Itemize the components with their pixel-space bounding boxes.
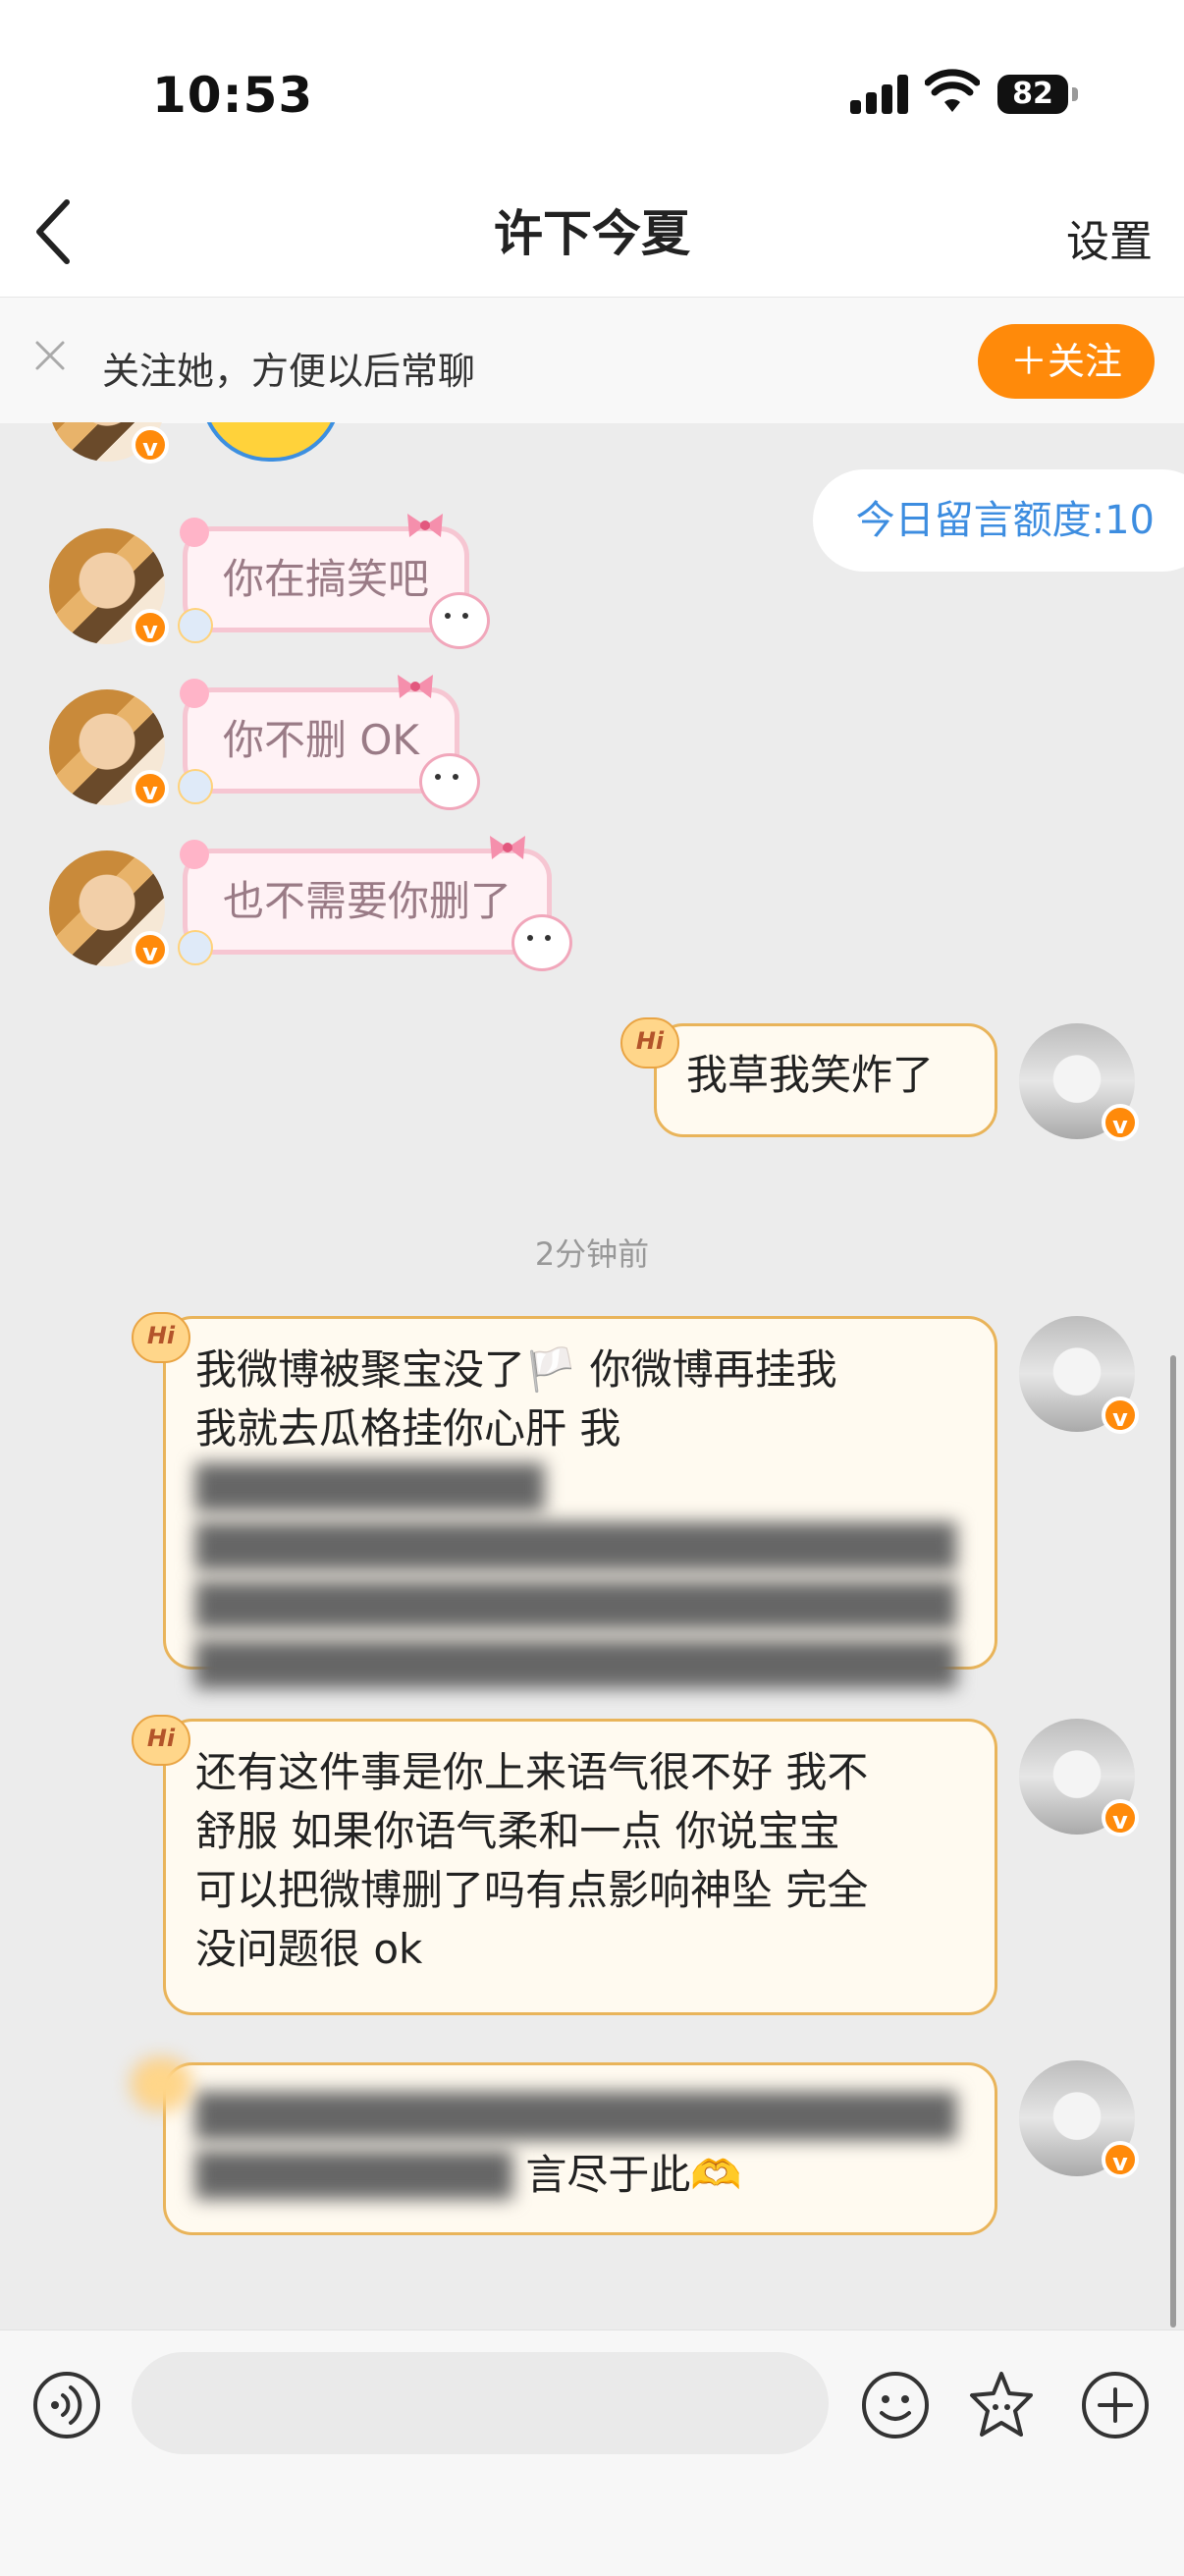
follow-banner: 关注她，方便以后常聊 ＋关注 xyxy=(0,297,1184,423)
received-message: 也不需要你删了 xyxy=(178,836,573,971)
page-title: 许下今夏 xyxy=(494,205,690,262)
emoji-icon[interactable] xyxy=(860,2370,931,2440)
message-input[interactable] xyxy=(132,2352,829,2454)
battery-level: 82 xyxy=(1012,77,1053,111)
sent-message: 我草我笑炸了 xyxy=(654,1023,997,1137)
received-message: 你不删 OK xyxy=(178,675,480,810)
scrollbar[interactable] xyxy=(1170,1355,1176,2328)
wifi-icon xyxy=(925,69,980,112)
sticker-icon[interactable] xyxy=(966,2370,1037,2440)
sent-message: 我微博被聚宝没了🏳️ 你微博再挂我 我就去瓜格挂你心肝 我███████████… xyxy=(163,1316,997,1688)
avatar[interactable]: v xyxy=(1019,2060,1139,2178)
banner-text: 关注她，方便以后常聊 xyxy=(102,350,476,393)
emoji-sticker xyxy=(200,422,342,462)
hi-badge: Hi xyxy=(132,1312,190,1363)
add-icon[interactable] xyxy=(1080,2370,1151,2440)
sent-message: ████████████████████████ ██████████ 言尽于此… xyxy=(163,2062,997,2235)
input-bar xyxy=(0,2329,1184,2576)
status-time: 10:53 xyxy=(152,67,314,124)
close-icon[interactable] xyxy=(31,337,69,374)
voice-icon[interactable] xyxy=(31,2370,102,2440)
message-quota: 今日留言额度:10 xyxy=(812,469,1184,572)
settings-button[interactable]: 设置 xyxy=(1066,206,1153,269)
hi-badge: Hi xyxy=(620,1017,679,1069)
battery-icon: 82 xyxy=(997,75,1078,114)
received-message: 你在搞笑吧 xyxy=(178,514,491,649)
follow-button[interactable]: ＋关注 xyxy=(978,324,1155,399)
cell-signal-icon xyxy=(850,75,909,114)
hi-badge: Hi xyxy=(132,1715,190,1766)
avatar[interactable]: v xyxy=(49,422,169,464)
hi-badge xyxy=(132,2058,190,2110)
avatar[interactable]: v xyxy=(1019,1023,1139,1141)
avatar[interactable]: v xyxy=(49,528,169,646)
sent-message: 还有这件事是你上来语气很不好 我不 舒服 如果你语气柔和一点 你说宝宝 可以把微… xyxy=(163,1719,997,2015)
top-bar: 10:53 82 许下今夏 设置 xyxy=(0,0,1184,297)
avatar[interactable]: v xyxy=(1019,1719,1139,1836)
avatar[interactable]: v xyxy=(49,689,169,807)
chat-area: v 今日留言额度:10 v 你在搞笑吧 v 你不删 OK v 也不需要你删了 v… xyxy=(0,422,1184,2329)
avatar[interactable]: v xyxy=(49,850,169,968)
message-timestamp: 2分钟前 xyxy=(534,1235,650,1273)
avatar[interactable]: v xyxy=(1019,1316,1139,1434)
